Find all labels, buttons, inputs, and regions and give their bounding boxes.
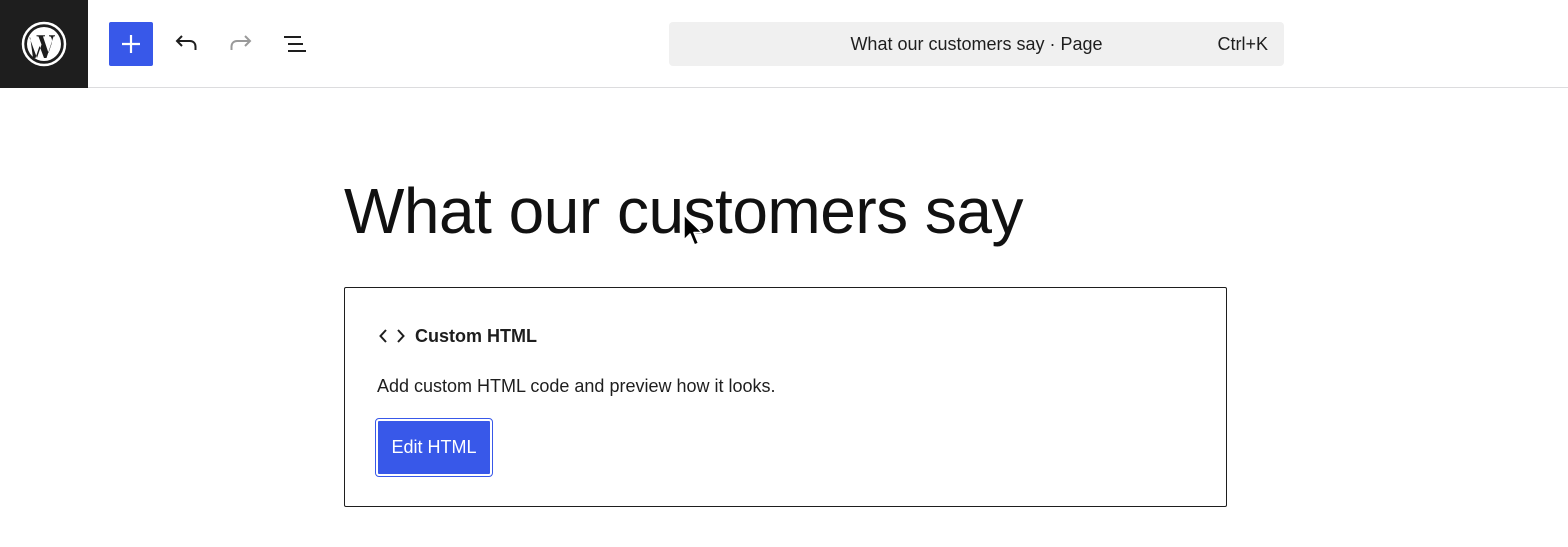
document-title[interactable]: What our customers say · Page [669, 22, 1284, 66]
block-label: Custom HTML [377, 324, 537, 348]
redo-icon [230, 35, 252, 50]
undo-button[interactable] [164, 22, 208, 66]
redo-button[interactable] [219, 22, 263, 66]
mouse-pointer-icon [683, 214, 703, 246]
block-inserter-button[interactable] [109, 22, 153, 66]
custom-html-block[interactable]: Custom HTML Add custom HTML code and pre… [344, 287, 1227, 507]
wordpress-logo-button[interactable] [0, 0, 88, 88]
code-brackets-icon [379, 329, 405, 343]
edit-html-button[interactable]: Edit HTML [375, 418, 493, 477]
undo-icon [175, 35, 197, 50]
block-description: Add custom HTML code and preview how it … [377, 376, 776, 396]
document-overview-button[interactable] [273, 22, 317, 66]
wordpress-logo-icon [21, 21, 67, 67]
plus-icon [122, 35, 140, 53]
block-label-text: Custom HTML [415, 325, 537, 346]
command-palette-bar[interactable]: What our customers say · Page Ctrl+K [669, 22, 1284, 66]
command-shortcut-hint: Ctrl+K [1217, 34, 1268, 54]
editor-top-toolbar: What our customers say · Page Ctrl+K [0, 0, 1568, 88]
list-view-icon [284, 36, 306, 52]
